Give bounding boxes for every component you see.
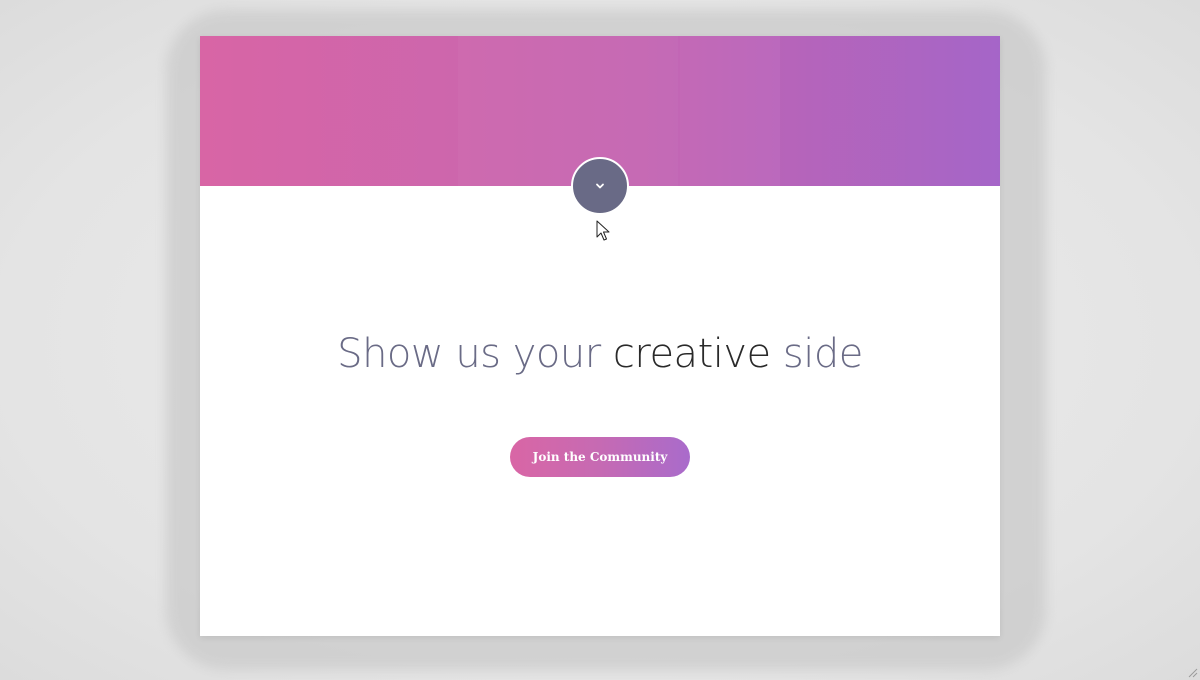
collapse-toggle-button[interactable] [571, 157, 629, 215]
headline-text-start: Show us your [337, 331, 613, 377]
join-community-button[interactable]: Join the Community [510, 437, 690, 477]
content-card: Show us your creative side Join the Comm… [200, 36, 1000, 636]
hero-headline: Show us your creative side [200, 326, 1000, 382]
chevron-down-icon [596, 183, 604, 189]
headline-accent-word: creative [612, 331, 771, 377]
resize-grip-icon[interactable] [1186, 666, 1198, 678]
mouse-cursor-icon [596, 220, 610, 241]
headline-text-end: side [770, 331, 863, 377]
